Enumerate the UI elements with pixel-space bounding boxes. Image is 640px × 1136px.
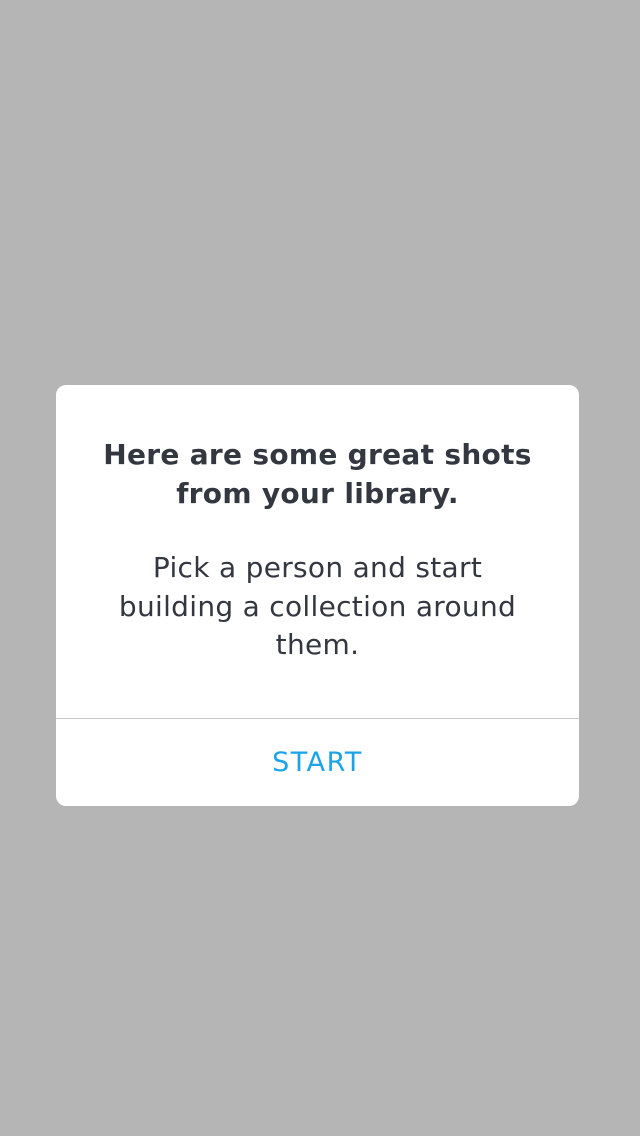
start-button[interactable]: START: [56, 719, 579, 806]
onboarding-dialog: Here are some great shots from your libr…: [56, 385, 579, 806]
dialog-body: Here are some great shots from your libr…: [56, 385, 579, 718]
dialog-headline: Here are some great shots from your libr…: [103, 438, 532, 510]
dialog-message: Pick a person and start building a colle…: [118, 551, 517, 661]
